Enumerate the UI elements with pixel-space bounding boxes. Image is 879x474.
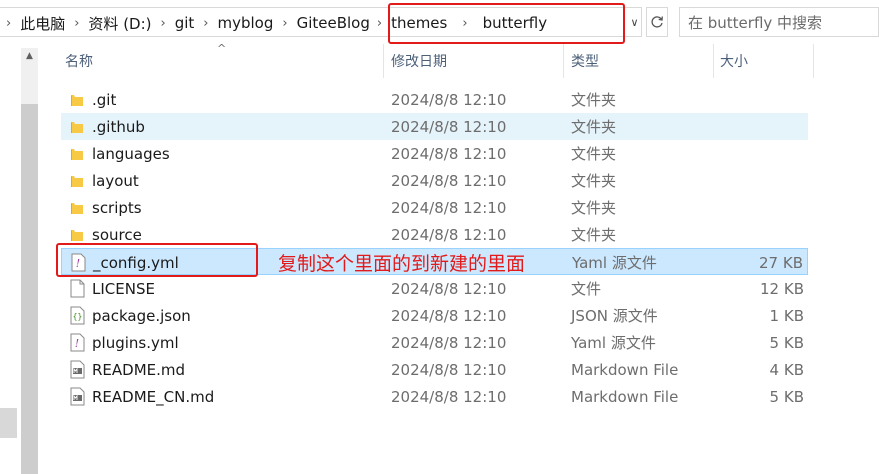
file-type: 文件 bbox=[571, 280, 602, 298]
annotation-box-config bbox=[56, 243, 258, 277]
chevron-down-icon[interactable]: ∨ bbox=[626, 7, 643, 37]
scrollbar-strip: ▲ bbox=[0, 44, 38, 474]
breadcrumb-myblog[interactable]: myblog bbox=[216, 14, 274, 32]
list-item[interactable]: {} package.json 2024/8/8 12:10 JSON 源文件 … bbox=[61, 302, 808, 329]
file-name: scripts bbox=[92, 198, 142, 217]
search-input[interactable]: 在 butterfly 中搜索 bbox=[679, 7, 879, 37]
scrollbar-thumb[interactable] bbox=[21, 104, 38, 474]
file-type: Markdown File bbox=[571, 387, 679, 406]
scroll-up-icon[interactable]: ▲ bbox=[21, 48, 38, 64]
file-name: languages bbox=[92, 144, 170, 163]
file-date: 2024/8/8 12:10 bbox=[391, 279, 507, 298]
blank-file-icon bbox=[70, 279, 85, 298]
column-divider[interactable] bbox=[563, 44, 564, 78]
file-type: 文件夹 bbox=[571, 118, 617, 136]
file-size: 27 KB bbox=[759, 253, 803, 272]
file-size: 5 KB bbox=[769, 387, 804, 406]
folder-icon bbox=[71, 230, 83, 241]
annotation-note: 复制这个里面的到新建的里面 bbox=[278, 253, 526, 275]
list-item[interactable]: scripts 2024/8/8 12:10 文件夹 bbox=[61, 194, 808, 221]
chevron-right-icon[interactable]: › bbox=[203, 16, 208, 31]
folder-icon bbox=[71, 203, 83, 214]
list-item[interactable]: LICENSE 2024/8/8 12:10 文件 12 KB bbox=[61, 275, 808, 302]
list-item[interactable]: README.md 2024/8/8 12:10 Markdown File 4… bbox=[61, 356, 808, 383]
file-type: 文件夹 bbox=[571, 199, 617, 217]
list-item[interactable]: .github 2024/8/8 12:10 文件夹 bbox=[61, 113, 808, 140]
column-divider[interactable] bbox=[713, 44, 714, 78]
folder-icon bbox=[71, 149, 83, 160]
column-name[interactable]: 名称 bbox=[65, 44, 93, 78]
folder-icon bbox=[71, 176, 83, 187]
file-date: 2024/8/8 12:10 bbox=[391, 360, 507, 379]
file-type: JSON 源文件 bbox=[571, 307, 658, 325]
list-item[interactable]: ! plugins.yml 2024/8/8 12:10 Yaml 源文件 5 … bbox=[61, 329, 808, 356]
file-name: .git bbox=[92, 90, 117, 109]
file-date: 2024/8/8 12:10 bbox=[391, 198, 507, 217]
file-date: 2024/8/8 12:10 bbox=[391, 387, 507, 406]
sort-ascending-icon: ^ bbox=[217, 42, 227, 55]
list-item[interactable]: layout 2024/8/8 12:10 文件夹 bbox=[61, 167, 808, 194]
file-type: 文件夹 bbox=[571, 226, 617, 244]
navigation-pane-edge bbox=[0, 408, 17, 438]
file-date: 2024/8/8 12:10 bbox=[391, 171, 507, 190]
markdown-file-icon bbox=[70, 360, 85, 379]
chevron-right-icon[interactable]: › bbox=[161, 16, 166, 31]
file-type: 文件夹 bbox=[571, 91, 617, 109]
svg-text:{}: {} bbox=[73, 312, 83, 321]
file-name: package.json bbox=[92, 306, 191, 325]
breadcrumb-this-pc[interactable]: 此电脑 bbox=[19, 13, 66, 34]
chevron-right-icon[interactable]: › bbox=[282, 16, 287, 31]
file-date: 2024/8/8 12:10 bbox=[391, 306, 507, 325]
markdown-file-icon bbox=[70, 387, 85, 406]
file-type: Markdown File bbox=[571, 360, 679, 379]
file-name: layout bbox=[92, 171, 139, 190]
folder-icon bbox=[71, 122, 83, 133]
file-type: 文件夹 bbox=[571, 145, 617, 163]
file-type: 文件夹 bbox=[571, 172, 617, 190]
column-date[interactable]: 修改日期 bbox=[391, 44, 447, 78]
search-placeholder: 在 butterfly 中搜索 bbox=[688, 13, 823, 32]
breadcrumb-git[interactable]: git bbox=[174, 14, 196, 32]
column-header: ^ 名称 修改日期 类型 大小 bbox=[38, 42, 879, 78]
refresh-icon[interactable] bbox=[646, 7, 668, 37]
list-item[interactable]: languages 2024/8/8 12:10 文件夹 bbox=[61, 140, 808, 167]
annotation-box-path bbox=[388, 3, 625, 44]
file-date: 2024/8/8 12:10 bbox=[391, 117, 507, 136]
file-size: 5 KB bbox=[769, 333, 804, 352]
file-date: 2024/8/8 12:10 bbox=[391, 333, 507, 352]
file-date: 2024/8/8 12:10 bbox=[391, 225, 507, 244]
json-file-icon: {} bbox=[70, 306, 85, 325]
file-date: 2024/8/8 12:10 bbox=[391, 90, 507, 109]
file-name: plugins.yml bbox=[92, 333, 179, 352]
chevron-right-icon[interactable]: › bbox=[6, 16, 11, 31]
chevron-right-icon[interactable]: › bbox=[74, 16, 79, 31]
column-divider[interactable] bbox=[813, 44, 814, 78]
breadcrumb-giteeblog[interactable]: GiteeBlog bbox=[296, 14, 371, 32]
folder-icon bbox=[71, 95, 83, 106]
column-size[interactable]: 大小 bbox=[720, 44, 748, 78]
file-size: 12 KB bbox=[760, 279, 804, 298]
column-divider[interactable] bbox=[383, 44, 384, 78]
file-name: README_CN.md bbox=[92, 387, 215, 406]
file-size: 1 KB bbox=[769, 306, 804, 325]
yaml-file-icon: ! bbox=[70, 333, 85, 352]
breadcrumb-drive-d[interactable]: 资料 (D:) bbox=[87, 13, 152, 34]
svg-text:!: ! bbox=[75, 337, 79, 350]
list-item[interactable]: .git 2024/8/8 12:10 文件夹 bbox=[61, 86, 808, 113]
list-item[interactable]: README_CN.md 2024/8/8 12:10 Markdown Fil… bbox=[61, 383, 808, 410]
file-type: Yaml 源文件 bbox=[571, 334, 656, 352]
file-size: 4 KB bbox=[769, 360, 804, 379]
file-date: 2024/8/8 12:10 bbox=[391, 144, 507, 163]
chevron-right-icon[interactable]: › bbox=[377, 16, 382, 31]
file-name: .github bbox=[92, 117, 145, 136]
file-name: LICENSE bbox=[92, 279, 155, 298]
column-type[interactable]: 类型 bbox=[571, 44, 599, 78]
file-type: Yaml 源文件 bbox=[572, 254, 657, 272]
file-name: README.md bbox=[92, 360, 186, 379]
